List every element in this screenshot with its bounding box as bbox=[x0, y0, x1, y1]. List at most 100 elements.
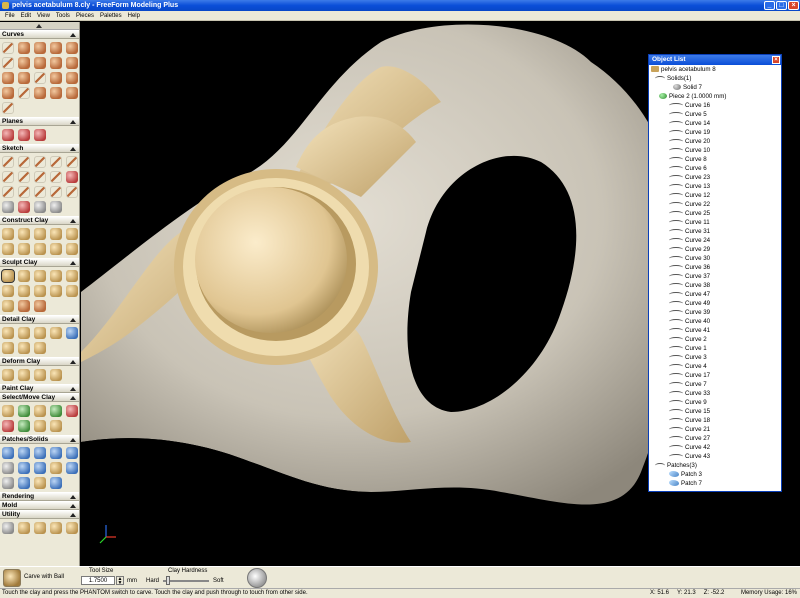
detail-tool-icon[interactable] bbox=[2, 327, 14, 339]
curve-tool-icon[interactable] bbox=[18, 42, 30, 54]
deform-tool-icon[interactable] bbox=[18, 369, 30, 381]
utility-tool-icon[interactable] bbox=[66, 522, 78, 534]
sketch-tool-icon[interactable] bbox=[50, 201, 62, 213]
palette-scroll-up[interactable] bbox=[0, 22, 79, 30]
curve-tool-icon[interactable] bbox=[2, 102, 14, 114]
sketch-tool-icon[interactable] bbox=[2, 201, 14, 213]
tree-patches-group[interactable]: Patches(3) bbox=[655, 461, 697, 470]
tree-curve-item[interactable]: Curve 47 bbox=[669, 290, 710, 299]
tree-curve-item[interactable]: Curve 36 bbox=[669, 263, 710, 272]
plane-tool-icon[interactable] bbox=[2, 129, 14, 141]
tree-curve-item[interactable]: Curve 8 bbox=[669, 155, 707, 164]
construct-tool-icon[interactable] bbox=[66, 243, 78, 255]
sculpt-tool-icon[interactable] bbox=[34, 270, 46, 282]
deform-tool-icon[interactable] bbox=[34, 369, 46, 381]
sketch-tool-icon[interactable] bbox=[50, 171, 62, 183]
select-tool-icon[interactable] bbox=[34, 420, 46, 432]
tree-curve-item[interactable]: Curve 40 bbox=[669, 317, 710, 326]
menu-edit[interactable]: Edit bbox=[18, 13, 34, 19]
sketch-tool-icon[interactable] bbox=[34, 186, 46, 198]
section-paint-clay[interactable]: Paint Clay bbox=[0, 384, 79, 393]
sculpt-tool-icon[interactable] bbox=[18, 300, 30, 312]
maximize-button[interactable]: □ bbox=[776, 1, 787, 10]
section-sketch[interactable]: Sketch bbox=[0, 144, 79, 153]
utility-tool-icon[interactable] bbox=[18, 522, 30, 534]
tree-curve-item[interactable]: Curve 3 bbox=[669, 353, 707, 362]
object-list-close-icon[interactable]: × bbox=[772, 56, 780, 64]
section-select-move-clay[interactable]: Select/Move Clay bbox=[0, 393, 79, 402]
curve-tool-icon[interactable] bbox=[50, 87, 62, 99]
sculpt-tool-icon[interactable] bbox=[2, 300, 14, 312]
select-tool-icon[interactable] bbox=[50, 420, 62, 432]
tree-solids-group[interactable]: Solids(1) bbox=[655, 74, 691, 83]
select-tool-icon[interactable] bbox=[50, 405, 62, 417]
sculpt-tool-icon[interactable] bbox=[18, 270, 30, 282]
section-planes[interactable]: Planes bbox=[0, 117, 79, 126]
detail-tool-icon[interactable] bbox=[50, 327, 62, 339]
detail-tool-icon[interactable] bbox=[66, 327, 78, 339]
tree-curve-item[interactable]: Curve 9 bbox=[669, 398, 707, 407]
tree-curve-item[interactable]: Curve 2 bbox=[669, 335, 707, 344]
select-tool-icon[interactable] bbox=[66, 405, 78, 417]
tree-curve-item[interactable]: Curve 42 bbox=[669, 443, 710, 452]
section-deform-clay[interactable]: Deform Clay bbox=[0, 357, 79, 366]
curve-tool-icon[interactable] bbox=[34, 42, 46, 54]
tree-curve-item[interactable]: Curve 22 bbox=[669, 200, 710, 209]
menu-view[interactable]: View bbox=[34, 13, 53, 19]
tree-patch-item[interactable]: Patch 3 bbox=[669, 470, 702, 479]
curve-tool-icon[interactable] bbox=[50, 57, 62, 69]
patch-tool-icon[interactable] bbox=[2, 462, 14, 474]
detail-tool-icon[interactable] bbox=[18, 342, 30, 354]
carve-with-ball-icon[interactable] bbox=[1, 269, 15, 283]
utility-tool-icon[interactable] bbox=[34, 522, 46, 534]
construct-tool-icon[interactable] bbox=[34, 228, 46, 240]
sketch-tool-icon[interactable] bbox=[18, 201, 30, 213]
tree-curve-item[interactable]: Curve 1 bbox=[669, 344, 707, 353]
close-button[interactable]: × bbox=[788, 1, 799, 10]
section-patches-solids[interactable]: Patches/Solids bbox=[0, 435, 79, 444]
sculpt-tool-icon[interactable] bbox=[34, 285, 46, 297]
sketch-tool-icon[interactable] bbox=[34, 201, 46, 213]
tree-solid-item[interactable]: Solid 7 bbox=[669, 83, 702, 92]
plane-tool-icon[interactable] bbox=[34, 129, 46, 141]
menu-file[interactable]: File bbox=[2, 13, 18, 19]
clay-hardness-slider-knob[interactable] bbox=[166, 576, 170, 585]
tree-curve-item[interactable]: Curve 7 bbox=[669, 380, 707, 389]
sketch-tool-icon[interactable] bbox=[18, 171, 30, 183]
patch-tool-icon[interactable] bbox=[2, 477, 14, 489]
tree-curve-item[interactable]: Curve 31 bbox=[669, 227, 710, 236]
curve-tool-icon[interactable] bbox=[18, 87, 30, 99]
construct-tool-icon[interactable] bbox=[2, 228, 14, 240]
curve-tool-icon[interactable] bbox=[34, 87, 46, 99]
tree-curve-item[interactable]: Curve 6 bbox=[669, 164, 707, 173]
tree-curve-item[interactable]: Curve 19 bbox=[669, 128, 710, 137]
sculpt-tool-icon[interactable] bbox=[34, 300, 46, 312]
tree-piece-item[interactable]: Piece 2 (1.0000 mm) bbox=[655, 92, 726, 101]
sketch-tool-icon[interactable] bbox=[18, 156, 30, 168]
deform-tool-icon[interactable] bbox=[2, 369, 14, 381]
sculpt-tool-icon[interactable] bbox=[2, 285, 14, 297]
tree-curve-item[interactable]: Curve 41 bbox=[669, 326, 710, 335]
tree-curve-item[interactable]: Curve 33 bbox=[669, 389, 710, 398]
sketch-tool-icon[interactable] bbox=[2, 171, 14, 183]
patch-tool-icon[interactable] bbox=[66, 462, 78, 474]
sculpt-tool-icon[interactable] bbox=[50, 285, 62, 297]
tree-curve-item[interactable]: Curve 30 bbox=[669, 254, 710, 263]
tree-curve-item[interactable]: Curve 37 bbox=[669, 272, 710, 281]
tree-curve-item[interactable]: Curve 16 bbox=[669, 101, 710, 110]
curve-tool-icon[interactable] bbox=[34, 72, 46, 84]
tool-size-input[interactable]: 1.7500 bbox=[81, 576, 115, 585]
select-arrow-icon[interactable] bbox=[2, 42, 14, 54]
tree-curve-item[interactable]: Curve 13 bbox=[669, 182, 710, 191]
minimize-button[interactable]: _ bbox=[764, 1, 775, 10]
sculpt-tool-icon[interactable] bbox=[66, 270, 78, 282]
sculpt-tool-icon[interactable] bbox=[50, 270, 62, 282]
section-rendering[interactable]: Rendering bbox=[0, 492, 79, 501]
construct-tool-icon[interactable] bbox=[2, 243, 14, 255]
section-utility[interactable]: Utility bbox=[0, 510, 79, 519]
curve-tool-icon[interactable] bbox=[18, 72, 30, 84]
section-detail-clay[interactable]: Detail Clay bbox=[0, 315, 79, 324]
sketch-tool-icon[interactable] bbox=[50, 186, 62, 198]
tree-curve-item[interactable]: Curve 24 bbox=[669, 236, 710, 245]
tree-curve-item[interactable]: Curve 17 bbox=[669, 371, 710, 380]
